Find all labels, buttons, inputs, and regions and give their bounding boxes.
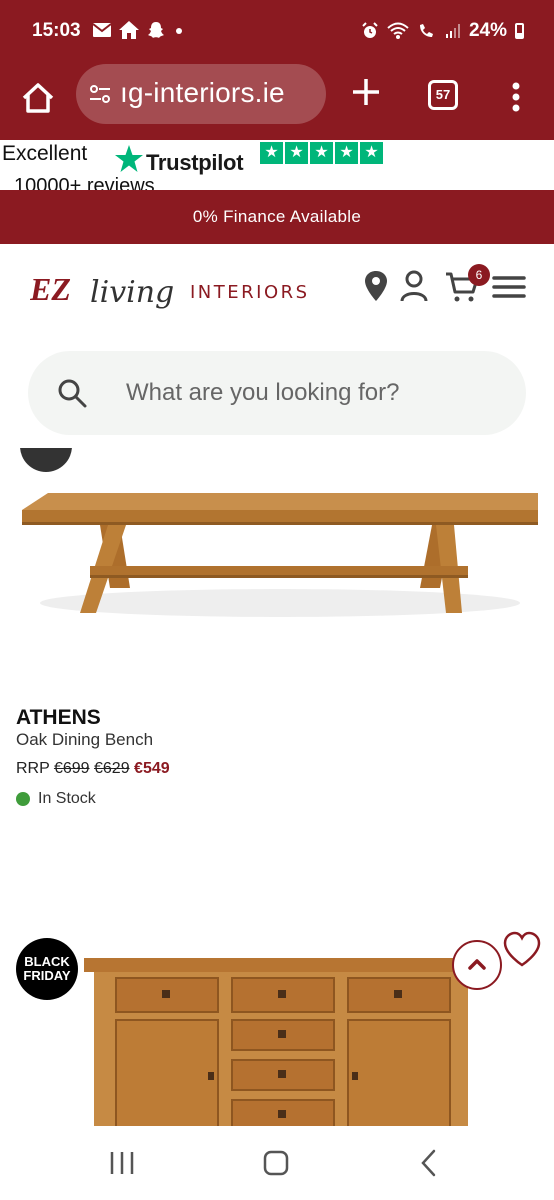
oak-dining-bench-image[interactable] (0, 448, 554, 648)
search-input[interactable] (126, 373, 506, 413)
url-text: ıg-interiors.ie (120, 77, 285, 108)
black-friday-badge: BLACK FRIDAY (16, 938, 78, 1000)
alarm-icon (362, 22, 378, 38)
new-tab-button[interactable] (348, 74, 384, 110)
recent-apps-button[interactable] (104, 1148, 140, 1178)
address-bar[interactable]: ıg-interiors.ie (76, 64, 326, 124)
wishlist-heart-icon[interactable] (502, 930, 542, 970)
mail-icon (92, 23, 112, 37)
sale-price: €549 (134, 760, 170, 777)
trustpilot-five-stars: ★ ★ ★ ★ ★ (260, 142, 383, 164)
trustpilot-star-icon (115, 145, 143, 172)
rrp-label: RRP (16, 760, 50, 777)
star-icon: ★ (360, 142, 383, 164)
badge-line-1: BLACK (24, 954, 70, 969)
search-icon[interactable] (56, 377, 88, 409)
battery-icon (515, 23, 524, 39)
status-bar: 15:03 24% (0, 0, 554, 64)
back-nav-button[interactable] (412, 1148, 448, 1178)
home-button[interactable] (18, 78, 58, 118)
browser-toolbar: ıg-interiors.ie 57 (0, 64, 554, 140)
tab-switcher-button[interactable]: 57 (428, 80, 458, 110)
home-nav-button[interactable] (258, 1148, 294, 1178)
ez-living-logo[interactable]: EZ living INTERIORS (30, 266, 320, 316)
rrp-price: €699 (53, 760, 90, 777)
wifi-call-icon (419, 24, 433, 37)
trustpilot-reviews-count: 10000+ reviews (14, 175, 155, 190)
site-header: EZ living INTERIORS 6 (0, 244, 554, 340)
logo-interiors: INTERIORS (190, 282, 310, 303)
status-time: 15:03 (32, 20, 81, 41)
star-icon: ★ (310, 142, 333, 164)
star-icon: ★ (335, 142, 358, 164)
signal-icon (445, 24, 460, 38)
stock-status: In Stock (16, 790, 96, 808)
status-system-icons: 24% (361, 20, 524, 42)
snapchat-icon (148, 22, 164, 38)
cart-count-badge: 6 (468, 264, 490, 286)
logo-ez: EZ (30, 271, 71, 307)
system-navigation-bar (0, 1126, 554, 1200)
product-price: RRP €699 €629 €549 (16, 760, 170, 778)
more-menu-icon[interactable] (504, 78, 528, 118)
home-icon (119, 21, 139, 39)
search-bar[interactable] (28, 351, 526, 435)
chevron-up-icon (468, 959, 486, 970)
oak-sideboard-image[interactable] (84, 950, 476, 1130)
site-settings-icon[interactable] (88, 82, 112, 106)
product-name[interactable]: Oak Dining Bench (16, 730, 153, 750)
star-icon: ★ (285, 142, 308, 164)
stock-label: In Stock (38, 790, 96, 807)
product-brand[interactable]: ATHENS (16, 706, 101, 730)
trustpilot-brand: Trustpilot (146, 150, 244, 175)
badge-line-2: FRIDAY (23, 968, 71, 983)
battery-level: 24% (468, 20, 507, 41)
in-stock-dot-icon (16, 792, 30, 806)
scroll-to-top-button[interactable] (452, 940, 502, 990)
hamburger-menu-icon[interactable] (492, 268, 526, 304)
trustpilot-widget[interactable]: Excellent Trustpilot ★ ★ ★ ★ ★ 10000+ re… (0, 140, 554, 190)
star-icon: ★ (260, 142, 283, 164)
finance-promo-banner[interactable]: 0% Finance Available (0, 190, 554, 244)
status-notification-icons (92, 20, 186, 40)
trustpilot-rating-word: Excellent (2, 142, 88, 165)
was-price: €629 (94, 760, 130, 777)
store-locator-icon[interactable] (360, 268, 392, 304)
dot-icon (176, 28, 182, 34)
wifi-icon (387, 22, 409, 39)
logo-living: living (90, 275, 174, 310)
account-icon[interactable] (398, 268, 430, 304)
